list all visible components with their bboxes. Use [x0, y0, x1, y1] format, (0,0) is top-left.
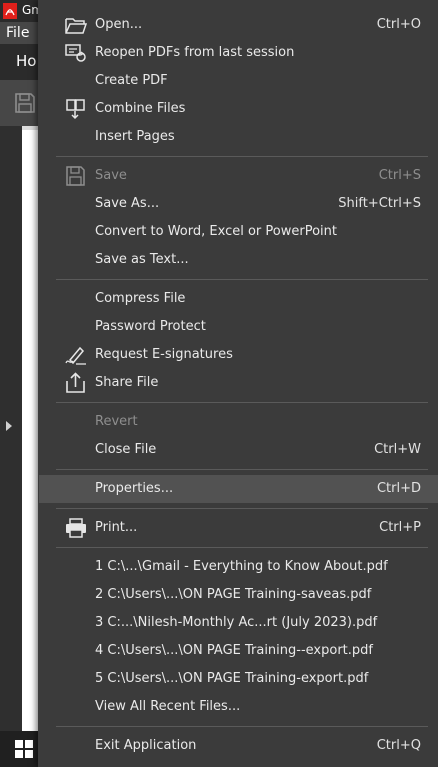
- menu-item-label: 4 C:\Users\...\ON PAGE Training--export.…: [95, 643, 373, 658]
- menu-item-label: Print...: [95, 520, 138, 535]
- combine-files-icon: [66, 99, 85, 120]
- menu-item-exit-application[interactable]: Exit Application Ctrl+Q: [39, 732, 438, 760]
- menu-item-open[interactable]: Open... Ctrl+O: [39, 11, 438, 39]
- menu-item-label: 5 C:\Users\...\ON PAGE Training-export.p…: [95, 671, 369, 686]
- menu-item-convert[interactable]: Convert to Word, Excel or PowerPoint: [39, 218, 438, 246]
- save-icon: [66, 166, 85, 186]
- menu-item-label: 2 C:\Users\...\ON PAGE Training-saveas.p…: [95, 587, 372, 602]
- expand-panel-arrow-icon[interactable]: [6, 421, 12, 431]
- menu-separator: [56, 279, 428, 280]
- menu-item-print[interactable]: Print... Ctrl+P: [39, 514, 438, 542]
- menu-item-save-as-text[interactable]: Save as Text...: [39, 246, 438, 274]
- menu-item-insert-pages[interactable]: Insert Pages: [39, 123, 438, 151]
- menu-item-reopen[interactable]: Reopen PDFs from last session: [39, 39, 438, 67]
- menu-separator: [56, 156, 428, 157]
- menu-item-label: Properties...: [95, 481, 174, 496]
- menu-item-label: Convert to Word, Excel or PowerPoint: [95, 224, 337, 239]
- menu-item-request-esignatures[interactable]: Request E-signatures: [39, 341, 438, 369]
- menu-item-share-file[interactable]: Share File: [39, 369, 438, 397]
- acrobat-logo-icon: [3, 3, 17, 19]
- menu-separator: [56, 547, 428, 548]
- menu-separator: [56, 508, 428, 509]
- menu-shortcut: Ctrl+Q: [376, 738, 421, 753]
- menu-item-label: Compress File: [95, 291, 186, 306]
- menu-item-compress[interactable]: Compress File: [39, 285, 438, 313]
- reopen-session-icon: [65, 44, 86, 62]
- menu-separator: [56, 726, 428, 727]
- file-menu-button[interactable]: File: [0, 22, 38, 44]
- menu-item-create-pdf[interactable]: Create PDF: [39, 67, 438, 95]
- share-icon: [66, 372, 85, 393]
- recent-file-item[interactable]: 3 C:...\Nilesh-Monthly Ac...rt (July 202…: [39, 609, 438, 637]
- recent-file-item[interactable]: 2 C:\Users\...\ON PAGE Training-saveas.p…: [39, 581, 438, 609]
- menu-item-label: Save As...: [95, 196, 160, 211]
- windows-start-icon[interactable]: [15, 740, 33, 758]
- menu-item-label: 3 C:...\Nilesh-Monthly Ac...rt (July 202…: [95, 615, 378, 630]
- printer-icon: [66, 518, 86, 538]
- menu-item-label: Revert: [95, 414, 138, 429]
- menu-item-label: Save: [95, 168, 127, 183]
- menu-item-view-all-recent[interactable]: View All Recent Files...: [39, 693, 438, 721]
- menu-item-save-as[interactable]: Save As... Shift+Ctrl+S: [39, 190, 438, 218]
- menu-shortcut: Ctrl+D: [376, 481, 421, 496]
- menu-separator: [56, 402, 428, 403]
- menu-item-label: Create PDF: [95, 73, 168, 88]
- menu-item-label: Combine Files: [95, 101, 186, 116]
- menu-item-properties[interactable]: Properties... Ctrl+D: [39, 475, 438, 503]
- menu-item-label: Insert Pages: [95, 129, 175, 144]
- menu-shortcut: Ctrl+W: [374, 442, 421, 457]
- menu-item-label: Request E-signatures: [95, 347, 233, 362]
- menu-item-label: Reopen PDFs from last session: [95, 45, 295, 60]
- save-icon[interactable]: [14, 92, 36, 114]
- menu-item-label: View All Recent Files...: [95, 699, 241, 714]
- recent-file-item[interactable]: 1 C:\...\Gmail - Everything to Know Abou…: [39, 553, 438, 581]
- menu-separator: [56, 469, 428, 470]
- menu-item-label: 1 C:\...\Gmail - Everything to Know Abou…: [95, 559, 388, 574]
- file-dropdown-menu: Open... Ctrl+O Reopen PDFs from last ses…: [38, 0, 438, 767]
- tab-home[interactable]: Ho: [16, 52, 36, 70]
- menu-item-label: Open...: [95, 17, 143, 32]
- pen-signature-icon: [65, 346, 86, 365]
- menu-item-close-file[interactable]: Close File Ctrl+W: [39, 436, 438, 464]
- menu-item-label: Close File: [95, 442, 157, 457]
- menu-item-combine-files[interactable]: Combine Files: [39, 95, 438, 123]
- menu-item-label: Save as Text...: [95, 252, 189, 267]
- menu-shortcut: Ctrl+O: [376, 17, 421, 32]
- menu-item-save: Save Ctrl+S: [39, 162, 438, 190]
- menu-item-password-protect[interactable]: Password Protect: [39, 313, 438, 341]
- folder-open-icon: [65, 18, 88, 34]
- menu-shortcut: Ctrl+P: [379, 520, 421, 535]
- menu-item-label: Password Protect: [95, 319, 206, 334]
- menu-item-label: Share File: [95, 375, 159, 390]
- menu-shortcut: Ctrl+S: [378, 168, 421, 183]
- menu-shortcut: Shift+Ctrl+S: [338, 196, 421, 211]
- menu-item-revert: Revert: [39, 408, 438, 436]
- recent-file-item[interactable]: 4 C:\Users\...\ON PAGE Training--export.…: [39, 637, 438, 665]
- menu-item-label: Exit Application: [95, 738, 197, 753]
- recent-file-item[interactable]: 5 C:\Users\...\ON PAGE Training-export.p…: [39, 665, 438, 693]
